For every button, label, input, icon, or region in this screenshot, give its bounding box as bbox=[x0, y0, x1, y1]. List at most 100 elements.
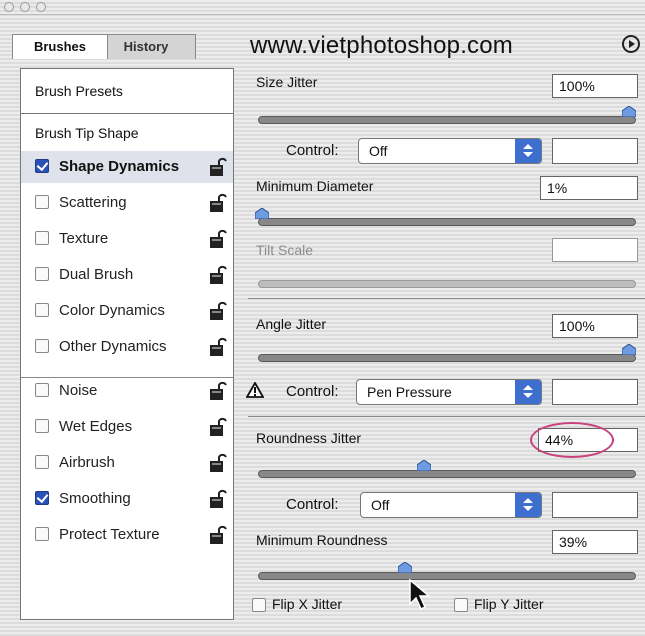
option-label: Smoothing bbox=[59, 490, 131, 507]
lock-icon[interactable] bbox=[209, 229, 227, 249]
roundness-control-select[interactable]: Off bbox=[360, 492, 542, 518]
angle-control-field[interactable] bbox=[552, 379, 638, 405]
list-item[interactable]: Smoothing bbox=[21, 483, 233, 515]
angle-jitter-slider[interactable] bbox=[258, 354, 636, 362]
roundness-control-label: Control: bbox=[286, 496, 339, 513]
angle-control-label: Control: bbox=[286, 383, 339, 400]
zoom-dot[interactable] bbox=[36, 2, 46, 12]
lock-icon[interactable] bbox=[209, 265, 227, 285]
slider-thumb[interactable] bbox=[254, 208, 269, 219]
warning-icon bbox=[246, 382, 264, 398]
lock-icon[interactable] bbox=[209, 381, 227, 401]
flyout-menu-icon[interactable] bbox=[622, 35, 640, 53]
minimum-diameter-slider[interactable] bbox=[258, 218, 636, 226]
lock-icon[interactable] bbox=[209, 525, 227, 545]
minimum-roundness-slider[interactable] bbox=[258, 572, 636, 580]
list-item[interactable]: Other Dynamics bbox=[21, 331, 233, 363]
option-label: Dual Brush bbox=[59, 266, 134, 283]
section-divider bbox=[248, 298, 645, 299]
brush-tip-shape-item[interactable]: Brush Tip Shape bbox=[21, 119, 233, 151]
size-jitter-label: Size Jitter bbox=[256, 74, 318, 90]
size-jitter-slider[interactable] bbox=[258, 116, 636, 124]
lock-icon[interactable] bbox=[209, 489, 227, 509]
option-label: Noise bbox=[59, 382, 98, 399]
cursor-arrow-icon bbox=[409, 578, 432, 611]
size-control-label: Control: bbox=[286, 142, 339, 159]
roundness-control-field[interactable] bbox=[552, 492, 638, 518]
list-divider bbox=[21, 377, 233, 378]
option-checkbox[interactable] bbox=[35, 455, 49, 469]
minimize-dot[interactable] bbox=[20, 2, 30, 12]
list-item[interactable]: Wet Edges bbox=[21, 411, 233, 443]
list-item[interactable]: Airbrush bbox=[21, 447, 233, 479]
lock-icon[interactable] bbox=[209, 337, 227, 357]
list-item[interactable]: Dual Brush bbox=[21, 259, 233, 291]
list-item[interactable]: Texture bbox=[21, 223, 233, 255]
size-jitter-field[interactable]: 100% bbox=[552, 74, 638, 98]
list-item[interactable]: Noise bbox=[21, 375, 233, 407]
option-label: Shape Dynamics bbox=[59, 158, 180, 175]
option-checkbox[interactable] bbox=[35, 527, 49, 541]
lock-icon[interactable] bbox=[209, 193, 227, 213]
option-checkbox[interactable] bbox=[35, 383, 49, 397]
slider-thumb[interactable] bbox=[622, 106, 636, 117]
option-label: Wet Edges bbox=[59, 418, 133, 435]
brush-presets-label: Brush Presets bbox=[35, 83, 123, 99]
slider-thumb[interactable] bbox=[622, 344, 636, 355]
title-bar bbox=[0, 0, 645, 15]
angle-jitter-label: Angle Jitter bbox=[256, 316, 327, 332]
flip-x-checkbox[interactable] bbox=[252, 598, 266, 612]
list-item[interactable]: Scattering bbox=[21, 187, 233, 219]
close-dot[interactable] bbox=[4, 2, 14, 12]
brush-tip-shape-label: Brush Tip Shape bbox=[35, 125, 139, 141]
chevron-updown-icon bbox=[515, 380, 541, 404]
tab-brushes[interactable]: Brushes bbox=[12, 34, 108, 59]
lock-icon[interactable] bbox=[209, 417, 227, 437]
tilt-scale-label: Tilt Scale bbox=[256, 242, 314, 258]
list-item[interactable]: Shape Dynamics bbox=[21, 151, 233, 183]
roundness-jitter-slider[interactable] bbox=[258, 470, 636, 478]
flip-y-label[interactable]: Flip Y Jitter bbox=[474, 596, 544, 612]
list-item[interactable]: Color Dynamics bbox=[21, 295, 233, 327]
option-label: Scattering bbox=[59, 194, 127, 211]
option-checkbox[interactable] bbox=[35, 195, 49, 209]
option-checkbox[interactable] bbox=[35, 339, 49, 353]
slider-thumb[interactable] bbox=[398, 562, 413, 573]
tilt-scale-field bbox=[552, 238, 638, 262]
option-checkbox[interactable] bbox=[35, 419, 49, 433]
option-checkbox[interactable] bbox=[35, 231, 49, 245]
tilt-scale-slider bbox=[258, 280, 636, 288]
option-label: Color Dynamics bbox=[59, 302, 165, 319]
option-checkbox[interactable] bbox=[35, 303, 49, 317]
brush-options-list: Brush Presets Brush Tip Shape Shape Dyna… bbox=[20, 68, 234, 620]
chevron-updown-icon bbox=[515, 493, 541, 517]
minimum-roundness-label: Minimum Roundness bbox=[256, 532, 388, 548]
option-label: Protect Texture bbox=[59, 526, 160, 543]
minimum-diameter-label: Minimum Diameter bbox=[256, 178, 374, 194]
angle-jitter-field[interactable]: 100% bbox=[552, 314, 638, 338]
lock-icon[interactable] bbox=[209, 301, 227, 321]
option-checkbox[interactable] bbox=[35, 491, 49, 505]
tab-history[interactable]: History bbox=[96, 34, 196, 59]
size-control-field[interactable] bbox=[552, 138, 638, 164]
list-item[interactable]: Protect Texture bbox=[21, 519, 233, 551]
flip-x-label[interactable]: Flip X Jitter bbox=[272, 596, 342, 612]
option-checkbox[interactable] bbox=[35, 159, 49, 173]
minimum-roundness-field[interactable]: 39% bbox=[552, 530, 638, 554]
watermark-text: www.vietphotoshop.com bbox=[250, 32, 513, 59]
angle-control-select[interactable]: Pen Pressure bbox=[356, 379, 542, 405]
minimum-diameter-field[interactable]: 1% bbox=[540, 176, 638, 200]
option-checkbox[interactable] bbox=[35, 267, 49, 281]
slider-thumb[interactable] bbox=[417, 460, 432, 471]
size-control-select[interactable]: Off bbox=[358, 138, 542, 164]
size-control-value: Off bbox=[369, 143, 388, 159]
lock-icon[interactable] bbox=[209, 453, 227, 473]
option-label: Airbrush bbox=[59, 454, 115, 471]
flip-y-checkbox[interactable] bbox=[454, 598, 468, 612]
chevron-updown-icon bbox=[515, 139, 541, 163]
roundness-control-value: Off bbox=[371, 497, 390, 513]
brush-presets-item[interactable]: Brush Presets bbox=[21, 69, 233, 114]
roundness-jitter-label: Roundness Jitter bbox=[256, 430, 362, 446]
option-label: Texture bbox=[59, 230, 109, 247]
lock-icon[interactable] bbox=[209, 157, 227, 177]
